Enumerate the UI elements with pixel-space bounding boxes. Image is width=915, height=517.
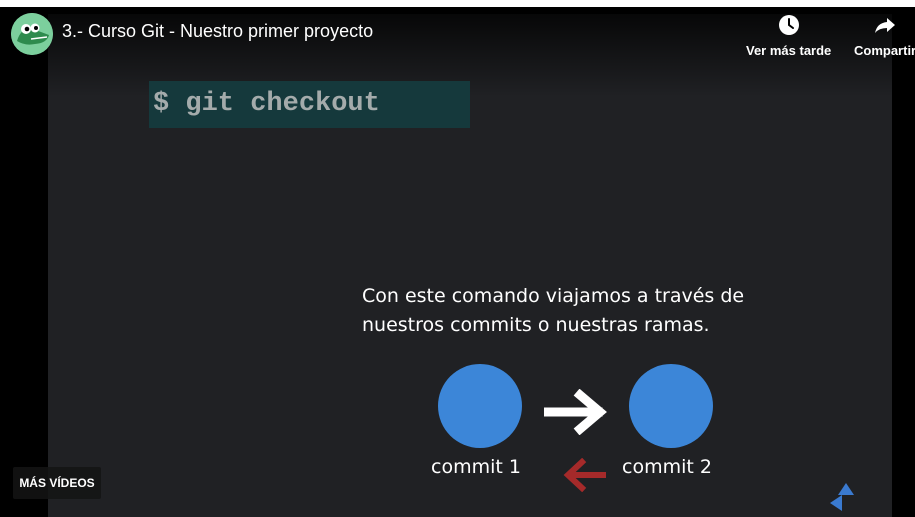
commit-1-circle (438, 364, 522, 448)
channel-avatar[interactable] (11, 13, 53, 55)
share-label: Compartir (854, 43, 915, 58)
channel-watermark-icon[interactable] (828, 481, 864, 517)
video-player[interactable]: 3.- Curso Git - Nuestro primer proyecto … (0, 7, 915, 517)
explanation-line-2: nuestros commits o nuestras ramas. (362, 314, 710, 336)
share-button[interactable]: Compartir (854, 13, 915, 58)
share-arrow-icon (875, 18, 896, 33)
video-title[interactable]: 3.- Curso Git - Nuestro primer proyecto (62, 21, 373, 42)
backward-arrow-icon (563, 458, 606, 492)
commit-2-label: commit 2 (622, 456, 712, 478)
slide-explanation: Con este comando viajamos a través de nu… (362, 282, 802, 340)
commit-1-label: commit 1 (431, 456, 521, 478)
code-command: $ git checkout (149, 81, 470, 128)
commit-2-circle (629, 364, 713, 448)
explanation-line-1: Con este comando viajamos a través de (362, 285, 745, 307)
top-strip (0, 0, 915, 7)
more-videos-button[interactable]: MÁS VÍDEOS (13, 467, 101, 499)
watch-later-label: Ver más tarde (746, 43, 832, 58)
watch-later-button[interactable]: Ver más tarde (746, 13, 831, 58)
clock-icon (778, 15, 799, 35)
alligator-avatar-icon (11, 13, 53, 55)
forward-arrow-icon (544, 389, 607, 435)
